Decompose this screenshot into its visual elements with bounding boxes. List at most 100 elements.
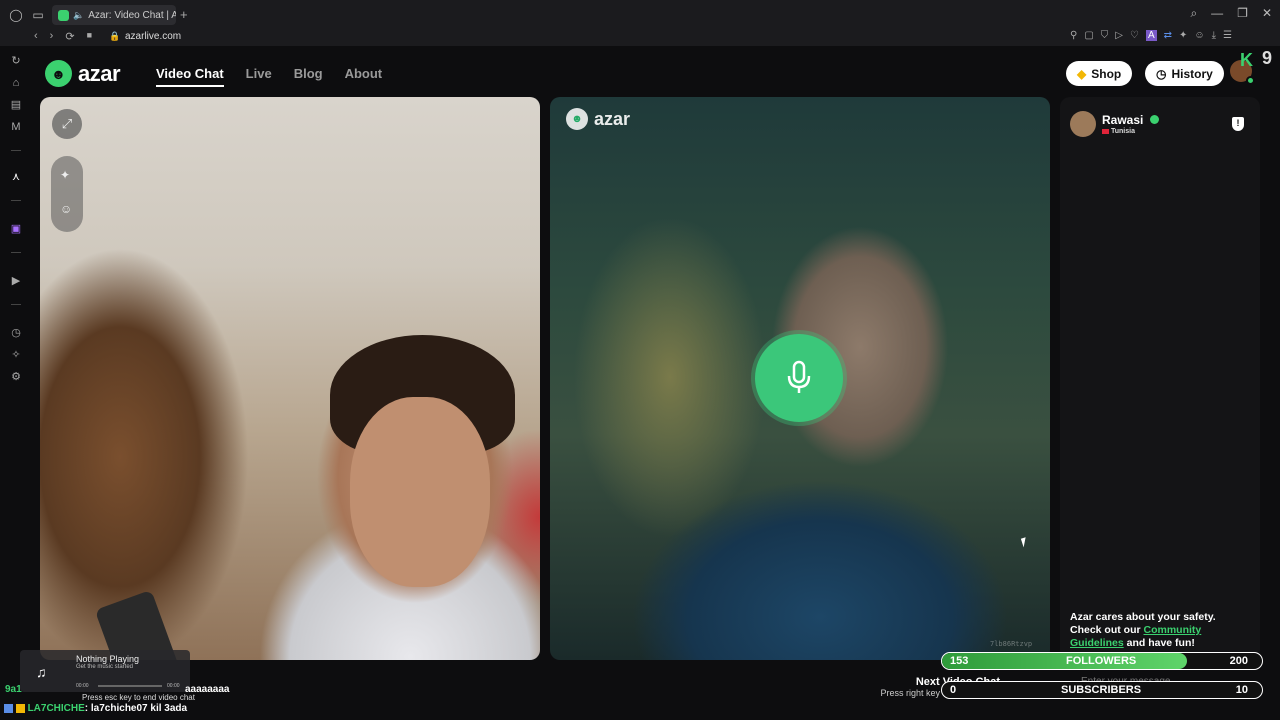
extensions-sidebar-icon[interactable]: ✧	[9, 348, 23, 362]
safety-notice: Azar cares about your safety. Check out …	[1070, 611, 1250, 650]
sidebar-divider	[11, 304, 21, 305]
puzzle-icon[interactable]: ✦	[1179, 30, 1187, 41]
speaker-icon[interactable]: 🔈	[73, 10, 84, 21]
music-progress-track	[98, 685, 162, 687]
clock-sidebar-icon[interactable]: ◷	[9, 326, 23, 340]
music-time-end: 00:00	[167, 683, 180, 689]
nav-video-chat[interactable]: Video Chat	[156, 66, 224, 87]
azar-logo-text: azar	[78, 60, 121, 86]
browser-sidebar: ↻ ⌂ ▤ M ⋏ ▣ ▶ ◷ ✧ ⚙	[0, 46, 32, 720]
browser-tab[interactable]: 🔈 Azar: Video Chat | Alt	[52, 5, 176, 25]
new-tab-button[interactable]: +	[180, 7, 188, 22]
shop-button[interactable]: ◆ Shop	[1066, 61, 1133, 86]
nav-buttons: ‹ › ⟳ ■	[34, 30, 92, 43]
azar-logo[interactable]: ☻ azar	[45, 60, 121, 87]
subscribers-goal: 10	[1235, 684, 1248, 696]
subscribers-label: SUBSCRIBERS	[1061, 684, 1142, 696]
history-sidebar-icon[interactable]: ↻	[9, 54, 23, 68]
sidebar-divider	[11, 200, 21, 201]
effects-icon[interactable]: ✦	[60, 168, 70, 182]
chat-username: LA7CHICHE	[27, 703, 85, 714]
menu-icon[interactable]: ☰	[1223, 30, 1232, 41]
report-button[interactable]: !	[1232, 117, 1244, 131]
nav-live[interactable]: Live	[246, 66, 272, 87]
translate-icon[interactable]: ⇄	[1164, 30, 1172, 41]
forward-icon[interactable]: ›	[50, 30, 54, 43]
sidebar-divider	[11, 150, 21, 151]
address-bar: ‹ › ⟳ ■ 🔒 azarlive.com ⚲ ▢ ⛉ ▷ ♡ A ⇄ ✦ ☺…	[0, 29, 1280, 46]
profile-icon[interactable]: ☺	[1194, 30, 1204, 41]
partner-panel: Rawasi Tunisia !	[1060, 97, 1260, 660]
bag-sidebar-icon[interactable]: ⌂	[9, 76, 23, 90]
aria-sidebar-icon[interactable]: ⋏	[9, 170, 23, 184]
gem-icon: ◆	[1077, 66, 1087, 81]
stream-chat-line: 9a1	[5, 684, 22, 695]
lock-icon[interactable]: 🔒	[109, 31, 120, 42]
followers-label: FOLLOWERS	[1066, 655, 1137, 667]
chat-username: 9a1	[5, 684, 22, 695]
online-status-dot	[1246, 76, 1255, 85]
partner-country-label: Tunisia	[1111, 128, 1135, 135]
azar-logo-icon: ☻	[45, 60, 72, 87]
local-video-face	[350, 397, 490, 587]
history-button[interactable]: ◷ History	[1145, 61, 1224, 86]
local-video	[40, 97, 540, 660]
player-sidebar-icon[interactable]: ▶	[9, 274, 23, 288]
back-icon[interactable]: ‹	[34, 30, 38, 43]
snapshot-icon[interactable]: ▢	[1084, 30, 1093, 41]
azar-favicon-icon	[58, 9, 69, 21]
partner-avatar[interactable]	[1070, 111, 1096, 137]
chat-message-text: : la7chiche07 kil 3ada	[84, 703, 188, 714]
kick-logo-icon: K	[1240, 50, 1253, 70]
camera-icon[interactable]: ■	[87, 30, 92, 43]
reload-icon[interactable]: ⟳	[65, 30, 74, 43]
heart-icon[interactable]: ♡	[1130, 30, 1139, 41]
subscribers-current: 0	[950, 684, 957, 696]
settings-sidebar-icon[interactable]: ⚙	[9, 370, 23, 384]
download-icon[interactable]: ⤓	[1212, 30, 1216, 41]
partner-country: Tunisia	[1102, 128, 1135, 135]
microphone-icon	[787, 360, 811, 393]
tab-title: Azar: Video Chat | Alt	[88, 9, 176, 21]
nav-blog[interactable]: Blog	[294, 66, 323, 87]
safety-text-after: and have fun!	[1123, 637, 1195, 649]
tunisia-flag-icon	[1102, 128, 1109, 134]
kick-viewer-count: 9	[1262, 48, 1273, 68]
extension-a-icon[interactable]: A	[1145, 30, 1157, 41]
followers-progress-fill	[942, 653, 1187, 669]
restore-icon[interactable]: ❐	[1237, 6, 1248, 21]
voice-chat-button[interactable]	[755, 334, 843, 422]
subscribers-goal-bar: 0 SUBSCRIBERS 10	[941, 681, 1263, 699]
badge-icon	[15, 703, 25, 713]
media-sidebar-icon[interactable]: ▤	[9, 98, 23, 112]
close-icon[interactable]: ✕	[1262, 6, 1272, 21]
stream-chat-line: LA7CHICHE: la7chiche07 kil 3ada	[4, 703, 187, 714]
stream-chat-hint: Press esc key to end video chat	[82, 693, 195, 702]
shop-label: Shop	[1091, 66, 1122, 81]
expand-video-button[interactable]: ⤢	[52, 109, 82, 139]
browser-tab-bar: ◯ ▭ 🔈 Azar: Video Chat | Alt + ⌕ — ❐ ✕	[0, 0, 1280, 29]
followers-goal-bar: 153 FOLLOWERS 200	[941, 652, 1263, 670]
filter-icon[interactable]: ☺	[60, 202, 72, 216]
followers-goal: 200	[1229, 655, 1248, 667]
music-widget: ♫ Nothing Playing Get the music started …	[20, 650, 190, 692]
browser-menu-icon[interactable]: ◯	[5, 4, 27, 26]
music-time-start: 00:00	[76, 683, 89, 689]
play-icon[interactable]: ▷	[1115, 30, 1123, 41]
twitch-sidebar-icon[interactable]: ▣	[9, 222, 23, 236]
url-field[interactable]: azarlive.com	[125, 31, 181, 42]
remote-video: ☻ azar 7lb86Rtzvp	[550, 97, 1050, 660]
session-code: 7lb86Rtzvp	[990, 640, 1033, 648]
minimize-icon[interactable]: —	[1211, 6, 1223, 21]
azar-watermark-text: azar	[594, 108, 631, 129]
music-note-icon: ♫	[36, 664, 47, 680]
tab-overview-icon[interactable]: ▭	[27, 4, 49, 26]
pin-icon[interactable]: ⚲	[1070, 30, 1077, 41]
mail-sidebar-icon[interactable]: M	[9, 120, 23, 134]
nav-about[interactable]: About	[345, 66, 383, 87]
search-icon[interactable]: ⌕	[1190, 6, 1197, 21]
sidebar-divider	[11, 252, 21, 253]
window-controls: ⌕ — ❐ ✕	[1190, 6, 1272, 21]
remote-azar-watermark: ☻ azar	[566, 108, 630, 130]
shield-icon[interactable]: ⛉	[1101, 30, 1109, 41]
